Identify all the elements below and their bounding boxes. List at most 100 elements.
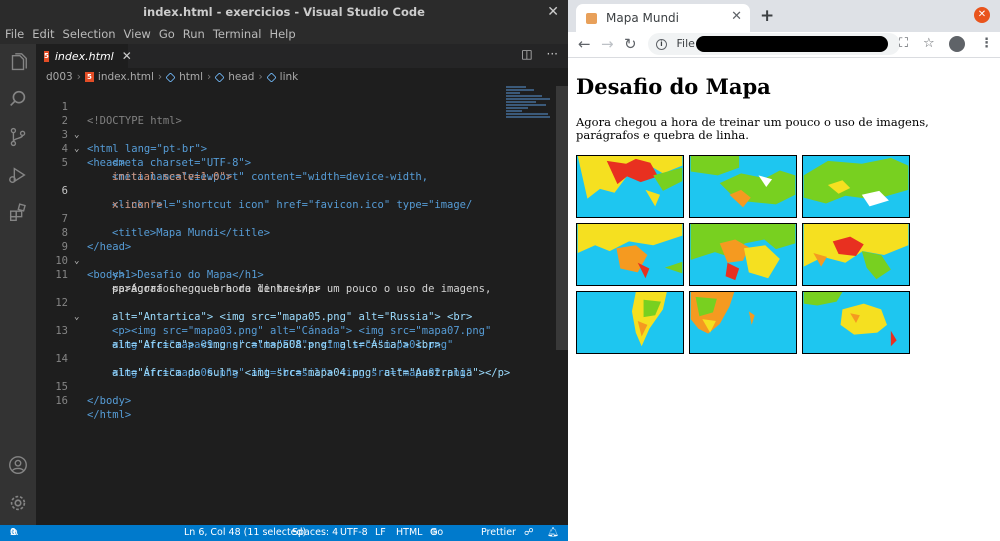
code-line: 8 </head> — [36, 212, 556, 253]
map-tile-canada — [576, 155, 684, 218]
web-page-content: Desafio do Mapa Agora chegou a hora de t… — [568, 59, 1000, 541]
new-tab-plus-icon[interactable]: + — [760, 6, 774, 26]
activity-bar — [0, 44, 36, 525]
menu-help[interactable]: Help — [269, 24, 295, 44]
code-line-current: 6 <link rel="shortcut icon" href="favico… — [36, 170, 556, 211]
eol-status[interactable]: LF — [375, 525, 386, 541]
code-line: 15 </body> — [36, 366, 556, 407]
menu-view[interactable]: View — [124, 24, 151, 44]
breadcrumb: d003 › 5 index.html › html › head › link — [36, 68, 568, 86]
source-control-icon[interactable] — [7, 126, 29, 148]
breadcrumb-head[interactable]: head — [228, 68, 254, 86]
minimap[interactable] — [506, 86, 556, 126]
code-line-wrap: alt="Africa"> <img src="mapa08.png" alt=… — [36, 324, 556, 351]
code-line-wrap: x-icon"> — [36, 184, 556, 211]
line-content: </html> — [87, 409, 132, 421]
code-line: 1 <!DOCTYPE html> — [36, 86, 556, 127]
line-content: </body> — [87, 395, 132, 407]
window-close-icon[interactable]: ✕ — [974, 7, 990, 23]
element-symbol-icon — [214, 71, 225, 83]
favicon-icon — [586, 12, 597, 24]
code-line: 16 </html> — [36, 380, 556, 421]
menu-edit[interactable]: Edit — [32, 24, 54, 44]
translate-icon[interactable]: ⛶ — [899, 36, 908, 51]
chevron-right-icon: › — [76, 71, 81, 83]
code-line: 4 <meta charset="UTF-8"> — [36, 128, 556, 169]
notifications-bell-icon[interactable]: 🔔︎ — [547, 525, 559, 541]
menu-bar: File Edit Selection View Go Run Terminal… — [0, 24, 568, 44]
warning-count: 0 — [10, 527, 17, 538]
code-line: 3 ⌄ <head> — [36, 114, 556, 169]
chevron-right-icon: › — [258, 71, 263, 83]
run-debug-icon[interactable] — [7, 164, 29, 186]
more-actions-icon[interactable]: ··· — [547, 47, 558, 61]
line-number: 16 — [55, 395, 68, 407]
breadcrumb-link[interactable]: link — [280, 68, 299, 86]
extensions-icon[interactable] — [7, 202, 29, 224]
map-tile-asia — [802, 223, 910, 286]
code-line-wrap: alt="Antartica"> <img src="mapa05.png" a… — [36, 296, 556, 323]
browser-menu-icon[interactable]: ⋮ — [980, 36, 993, 51]
tab-close-icon[interactable]: ✕ — [122, 49, 132, 63]
editor-scrollbar[interactable] — [556, 86, 568, 350]
chevron-right-icon: › — [157, 71, 163, 83]
menu-file[interactable]: File — [5, 24, 24, 44]
map-tile-eua — [576, 223, 684, 286]
search-icon[interactable] — [7, 88, 29, 110]
menu-terminal[interactable]: Terminal — [213, 24, 262, 44]
html5-file-icon: 5 — [84, 72, 94, 82]
page-paragraph: Agora chegou a hora de treinar um pouco … — [576, 115, 929, 142]
feedback-icon[interactable]: ☍ — [524, 525, 534, 541]
status-bar: ⊗ 0 ⚠ 0 Ln 6, Col 48 (11 selected) Space… — [0, 525, 568, 541]
language-mode[interactable]: HTML — [396, 525, 422, 541]
browser-tab-mapa-mundi[interactable]: Mapa Mundi ✕ — [576, 4, 750, 32]
map-tile-russia — [802, 155, 910, 218]
back-arrow-icon[interactable]: ← — [578, 35, 591, 53]
redacted-url — [696, 36, 888, 52]
tab-index-html[interactable]: 5 index.html ✕ — [36, 44, 132, 68]
encoding-status[interactable]: UTF-8 — [340, 525, 368, 541]
explorer-icon[interactable] — [7, 52, 29, 74]
map-tile-africa-do-sul — [689, 291, 797, 354]
site-info-icon[interactable]: i — [656, 38, 667, 50]
code-line: 14 <img src="mapa06.png" alt="brasil"> <… — [36, 338, 556, 379]
close-tab-icon[interactable]: ✕ — [731, 9, 742, 24]
code-line: 12 ⌄ <p><img src="mapa03.png" alt="Cánad… — [36, 282, 556, 337]
window-title: index.html - exercicios - Visual Studio … — [143, 5, 425, 19]
code-line: 9 ⌄ <body> — [36, 226, 556, 281]
indentation-status[interactable]: Spaces: 4 — [292, 525, 338, 541]
profile-avatar-icon[interactable] — [949, 36, 965, 52]
account-icon[interactable] — [7, 454, 29, 476]
chevron-right-icon: › — [207, 71, 212, 83]
world-map-grid — [576, 155, 912, 357]
prettier-status[interactable]: Prettier — [481, 525, 516, 541]
split-editor-icon[interactable]: ◫ — [521, 47, 532, 61]
bookmark-star-icon[interactable]: ☆ — [923, 36, 935, 51]
menu-go[interactable]: Go — [159, 24, 175, 44]
breadcrumb-folder[interactable]: d003 — [46, 68, 73, 86]
code-line-wrap: parágrafos e quebra de linha.</p> — [36, 268, 556, 295]
code-line: 5 <meta name="viewport" content="width=d… — [36, 142, 556, 183]
html5-file-icon: 5 — [44, 50, 49, 62]
code-line-wrap: initial-scale=1.0"> — [36, 156, 556, 183]
settings-gear-icon[interactable] — [7, 492, 29, 514]
menu-run[interactable]: Run — [183, 24, 205, 44]
forward-arrow-icon[interactable]: → — [601, 35, 614, 53]
menu-selection[interactable]: Selection — [63, 24, 116, 44]
window-close-icon[interactable]: ✕ — [547, 0, 559, 24]
code-line: 2 ⌄ <html lang="pt-br"> — [36, 100, 556, 155]
editor-actions: ◫ ··· — [521, 47, 558, 61]
reload-icon[interactable]: ↻ — [624, 35, 637, 53]
breadcrumb-file[interactable]: index.html — [98, 68, 154, 86]
page-heading: Desafio do Mapa — [576, 74, 771, 99]
window-title-bar: index.html - exercicios - Visual Studio … — [0, 0, 568, 24]
browser-tab-title: Mapa Mundi — [606, 11, 680, 25]
editor-tabs: 5 index.html ✕ ◫ ··· — [36, 44, 568, 68]
code-line: 10 <h1>Desafio do Mapa</h1> — [36, 240, 556, 281]
code-editor[interactable]: 1 <!DOCTYPE html> 2 ⌄ <html lang="pt-br"… — [36, 86, 556, 525]
browser-tab-bar: Mapa Mundi ✕ + ✕ — [568, 0, 1000, 32]
go-live-label: Go Live — [430, 527, 444, 538]
cursor-position[interactable]: Ln 6, Col 48 (11 selected) — [184, 525, 306, 541]
address-bar[interactable]: i File — [648, 33, 900, 55]
breadcrumb-html[interactable]: html — [179, 68, 203, 86]
